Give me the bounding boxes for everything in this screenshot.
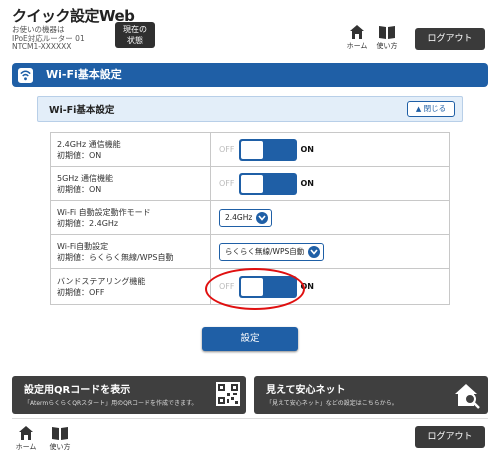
manual-button[interactable]: 使い方 [373,24,401,51]
setting-label: Wi-Fi 自動設定動作モード [57,207,151,217]
setting-row-5ghz: 5GHz 通信機能 初期値：ON OFF ON [50,166,450,201]
panel-title: Wi-Fi基本設定 [49,105,115,116]
chevron-down-icon [308,245,321,258]
wifi-icon [18,68,33,83]
setting-label: 2.4GHz 通信機能 [57,139,121,149]
toggle-24ghz[interactable]: OFF ON [219,138,314,161]
card-title: 設定用QRコードを表示 [24,385,131,396]
footer-divider [12,418,488,419]
setting-label: 5GHz 通信機能 [57,173,114,183]
logout-button[interactable]: ログアウト [415,28,485,50]
footer-logout-button[interactable]: ログアウト [415,426,485,448]
setting-default: 初期値：らくらく無線/WPS自動 [57,252,174,262]
auto-mode-select[interactable]: 2.4GHz [219,208,273,227]
setting-label: バンドステアリング機能 [57,276,146,286]
toggle-knob [240,174,263,193]
collapse-button[interactable]: ▲ 閉じる [407,101,455,117]
footer-manual-button[interactable]: 使い方 [46,425,74,452]
book-icon [379,26,395,39]
house-magnifier-icon [455,384,480,409]
chevron-up-icon: ▲ [415,105,422,113]
apply-button[interactable]: 設定 [202,327,298,351]
highlight-ring [205,268,305,310]
card-subtitle: 「見えて安心ネット」などの設定はこちらから。 [266,400,398,407]
qr-code-icon [216,382,240,406]
home-icon [19,426,33,440]
section-title: Wi-Fi基本設定 [12,63,488,87]
toggle-track[interactable] [238,172,297,195]
qr-code-card[interactable]: 設定用QRコードを表示 「AtermらくらくQRスタート」用のQRコードを作成で… [12,376,246,414]
toggle-5ghz[interactable]: OFF ON [219,172,314,195]
setting-default: 初期値：ON [57,150,102,160]
safety-net-card[interactable]: 見えて安心ネット 「見えて安心ネット」などの設定はこちらから。 [254,376,488,414]
setting-default: 初期値：2.4GHz [57,218,119,228]
home-icon [350,25,364,39]
card-subtitle: 「AtermらくらくQRスタート」用のQRコードを作成できます。 [24,400,198,407]
chevron-down-icon [256,211,269,224]
setting-label: Wi-Fi自動設定 [57,241,109,251]
setting-default: 初期値：OFF [57,287,105,297]
footer-home-button[interactable]: ホーム [12,425,40,452]
current-status-button[interactable]: 現在の 状態 [115,22,155,48]
toggle-track[interactable] [238,138,297,161]
toggle-knob [240,140,263,159]
device-line-3: NTCM1-XXXXXX [12,42,72,51]
setting-row-auto-setup: Wi-Fi自動設定 初期値：らくらく無線/WPS自動 らくらく無線/WPS自動 [50,234,450,269]
home-button[interactable]: ホーム [343,24,371,51]
setting-row-24ghz: 2.4GHz 通信機能 初期値：ON OFF ON [50,132,450,167]
card-title: 見えて安心ネット [266,385,346,396]
auto-setup-select[interactable]: らくらく無線/WPS自動 [219,242,325,261]
setting-default: 初期値：ON [57,184,102,194]
setting-row-auto-mode: Wi-Fi 自動設定動作モード 初期値：2.4GHz 2.4GHz [50,200,450,235]
book-icon [52,427,68,440]
